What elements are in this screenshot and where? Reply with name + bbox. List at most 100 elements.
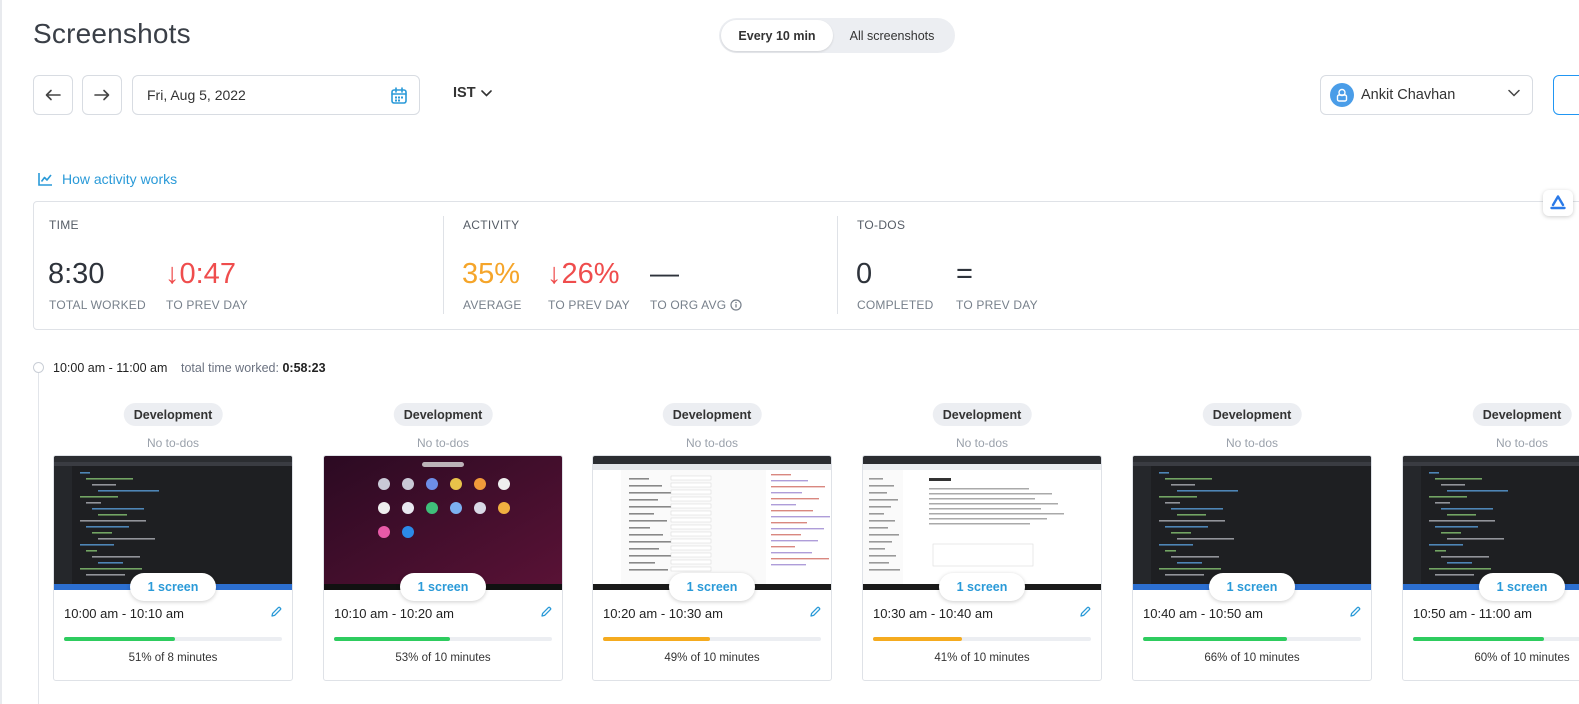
code-editor-screenshot xyxy=(1133,456,1371,590)
edit-pencil-icon[interactable] xyxy=(1079,606,1091,618)
arrow-right-icon xyxy=(94,89,110,101)
screenshot-slot: Development No to-dos 1 screen 10:10 am - 1… xyxy=(323,403,563,681)
slot-time-range: 10:10 am - 10:20 am xyxy=(334,606,454,621)
screenshot-card[interactable]: 1 screen 10:20 am - 10:30 am 49% of 10 min… xyxy=(592,455,832,681)
org-avg-value: — xyxy=(650,258,679,290)
org-avg-label: TO ORG AVG xyxy=(650,298,727,312)
user-lock-icon xyxy=(1336,88,1348,102)
activity-average-value: 35% xyxy=(462,258,521,290)
screenshot-card[interactable]: 1 screen 10:10 am - 10:20 am 53% of 10 min… xyxy=(323,455,563,681)
screenshot-thumbnail[interactable] xyxy=(1403,456,1579,590)
stats-divider xyxy=(443,216,444,314)
total-worked-label: TOTAL WORKED xyxy=(49,298,146,312)
project-tag: Development xyxy=(393,403,493,426)
view-toggle: Every 10 min All screenshots xyxy=(719,18,955,53)
edit-pencil-icon[interactable] xyxy=(270,606,282,618)
activity-average-label: AVERAGE xyxy=(463,298,522,312)
edit-pencil-icon[interactable] xyxy=(540,606,552,618)
timeline-line xyxy=(38,373,39,704)
activity-bar xyxy=(334,637,552,641)
screens-count-button[interactable]: 1 screen xyxy=(1479,573,1565,601)
code-editor-screenshot xyxy=(54,456,292,590)
activity-bar-fill xyxy=(1143,637,1287,641)
timezone-dropdown[interactable]: IST xyxy=(453,85,492,101)
hour-total: total time worked: 0:58:23 xyxy=(181,361,326,375)
todos-text: No to-dos xyxy=(685,436,739,450)
todos-delta-label: TO PREV DAY xyxy=(956,298,1038,312)
time-heading: TIME xyxy=(49,218,79,232)
activity-bar-fill xyxy=(1413,637,1544,641)
screenshot-card[interactable]: 1 screen 10:40 am - 10:50 am 66% of 10 min… xyxy=(1132,455,1372,681)
screenshot-thumbnail[interactable] xyxy=(593,456,831,590)
hour-range: 10:00 am - 11:00 am xyxy=(53,361,168,375)
page-title: Screenshots xyxy=(33,18,191,49)
activity-bar xyxy=(1413,637,1579,641)
recycle-icon xyxy=(1550,195,1566,210)
screenshot-slot: Development No to-dos 1 screen 10:00 am - 1… xyxy=(53,403,293,681)
screens-count-button[interactable]: 1 screen xyxy=(939,573,1025,601)
screenshot-card[interactable]: 1 screen 10:30 am - 10:40 am 41% of 10 min… xyxy=(862,455,1102,681)
docs-page-screenshot xyxy=(863,456,1101,590)
date-value: Fri, Aug 5, 2022 xyxy=(147,87,246,103)
extension-icon[interactable] xyxy=(1543,190,1573,216)
previous-day-button[interactable] xyxy=(33,75,73,115)
screenshot-slot: Development No to-dos 1 screen 10:50 am - 1… xyxy=(1402,403,1579,681)
activity-delta-label: TO PREV DAY xyxy=(548,298,630,312)
edit-pencil-icon[interactable] xyxy=(1349,606,1361,618)
activity-percent: 49% of 10 minutes xyxy=(664,652,760,664)
desktop-apps-screenshot xyxy=(324,456,562,590)
todos-heading: TO-DOS xyxy=(857,218,906,232)
project-tag: Development xyxy=(1472,403,1572,426)
info-icon[interactable] xyxy=(730,299,742,311)
slot-time-range: 10:40 am - 10:50 am xyxy=(1143,606,1263,621)
screenshot-card[interactable]: 1 screen 10:50 am - 11:00 am 60% of 10 min… xyxy=(1402,455,1579,681)
activity-bar xyxy=(64,637,282,641)
edit-pencil-icon[interactable] xyxy=(809,606,821,618)
how-activity-works-link[interactable]: How activity works xyxy=(38,171,177,187)
stats-card xyxy=(33,201,1579,330)
avatar xyxy=(1330,83,1354,107)
screens-count-button[interactable]: 1 screen xyxy=(1209,573,1295,601)
activity-percent: 66% of 10 minutes xyxy=(1204,652,1300,664)
screenshot-thumbnail[interactable] xyxy=(1133,456,1371,590)
stats-divider xyxy=(837,216,838,314)
slot-time-range: 10:00 am - 10:10 am xyxy=(64,606,184,621)
activity-percent: 51% of 8 minutes xyxy=(128,652,218,664)
activity-bar-fill xyxy=(334,637,450,641)
time-delta-value: ↓0:47 xyxy=(165,258,236,290)
project-tag: Development xyxy=(123,403,223,426)
line-chart-icon xyxy=(38,173,52,186)
screenshot-thumbnail[interactable] xyxy=(324,456,562,590)
screens-count-button[interactable]: 1 screen xyxy=(669,573,755,601)
screenshot-slot: Development No to-dos 1 screen 10:30 am - 1… xyxy=(862,403,1102,681)
time-delta-label: TO PREV DAY xyxy=(166,298,248,312)
screens-count-button[interactable]: 1 screen xyxy=(130,573,216,601)
browser-form-screenshot xyxy=(593,456,831,590)
calendar-icon[interactable] xyxy=(391,87,407,104)
sidebar-edge xyxy=(0,0,2,704)
next-day-button[interactable] xyxy=(82,75,122,115)
activity-bar-fill xyxy=(873,637,963,641)
screenshot-thumbnail[interactable] xyxy=(54,456,292,590)
activity-delta-value: ↓26% xyxy=(547,258,620,290)
screens-count-button[interactable]: 1 screen xyxy=(400,573,486,601)
chevron-down-icon xyxy=(1508,89,1520,97)
hour-total-value: 0:58:23 xyxy=(282,361,326,375)
activity-bar xyxy=(1143,637,1361,641)
how-activity-works-label: How activity works xyxy=(62,171,178,187)
todos-completed-label: COMPLETED xyxy=(857,298,934,312)
date-picker-input[interactable]: Fri, Aug 5, 2022 xyxy=(132,75,420,115)
todos-text: No to-dos xyxy=(146,436,200,450)
todos-text: No to-dos xyxy=(416,436,470,450)
member-select[interactable]: Ankit Chavhan xyxy=(1320,75,1533,115)
timezone-value: IST xyxy=(453,85,476,101)
screenshot-thumbnail[interactable] xyxy=(863,456,1101,590)
settings-button[interactable] xyxy=(1553,75,1579,115)
project-tag: Development xyxy=(932,403,1032,426)
hour-total-label: total time worked: xyxy=(181,361,279,375)
all-screenshots-toggle[interactable]: All screenshots xyxy=(833,20,951,51)
activity-bar xyxy=(873,637,1091,641)
screenshot-card[interactable]: 1 screen 10:00 am - 10:10 am 51% of 8 minu… xyxy=(53,455,293,681)
todos-text: No to-dos xyxy=(955,436,1009,450)
every-10-min-toggle[interactable]: Every 10 min xyxy=(721,20,833,51)
